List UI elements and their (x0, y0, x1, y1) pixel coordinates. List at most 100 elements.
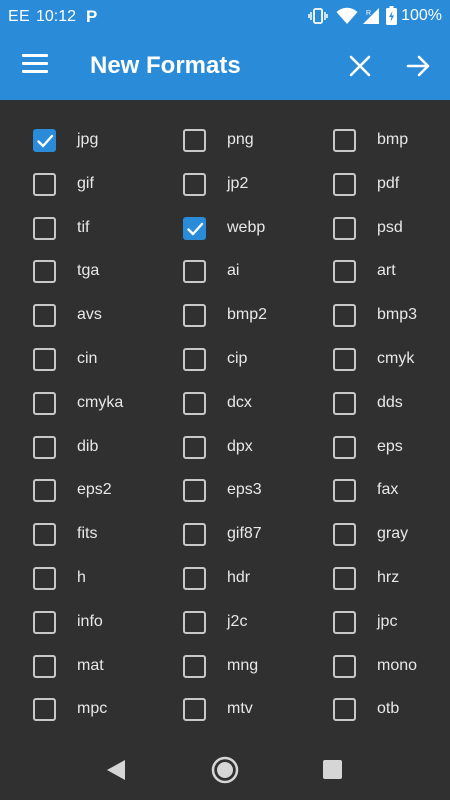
format-option-cin[interactable]: cin (0, 337, 150, 381)
checkbox[interactable] (333, 523, 356, 547)
format-label: gif (77, 174, 94, 192)
checkbox[interactable] (183, 129, 206, 152)
format-option-cmyk[interactable]: cmyk (300, 337, 450, 381)
checkbox[interactable] (183, 260, 206, 284)
format-option-tga[interactable]: tga (0, 249, 150, 293)
format-option-cip[interactable]: cip (150, 337, 300, 381)
checkbox[interactable] (183, 172, 206, 196)
format-option-mpc[interactable]: mpc (0, 687, 150, 731)
checkbox[interactable] (183, 435, 206, 459)
checkbox[interactable] (33, 566, 56, 590)
format-option-jpc[interactable]: jpc (300, 600, 450, 644)
format-label: bmp3 (377, 306, 418, 324)
checkbox[interactable] (33, 304, 56, 328)
format-option-hdr[interactable]: hdr (150, 556, 300, 600)
checkbox[interactable] (183, 347, 206, 371)
format-row: eps2 eps3 fax (0, 468, 450, 512)
format-option-webp[interactable]: webp (150, 206, 300, 250)
checkbox[interactable] (333, 391, 356, 415)
format-option-mng[interactable]: mng (150, 644, 300, 688)
format-option-mtv[interactable]: mtv (150, 687, 300, 731)
format-option-dpx[interactable]: dpx (150, 425, 300, 469)
format-option-eps2[interactable]: eps2 (0, 468, 150, 512)
checkbox[interactable] (333, 479, 356, 503)
format-option-ai[interactable]: ai (150, 249, 300, 293)
format-option-avs[interactable]: avs (0, 293, 150, 337)
format-option-gif87[interactable]: gif87 (150, 512, 300, 556)
toolbar: New Formats (0, 32, 450, 100)
checkbox[interactable] (333, 566, 356, 590)
checkbox[interactable] (33, 654, 56, 678)
format-label: cip (227, 349, 248, 367)
format-option-jp2[interactable]: jp2 (150, 162, 300, 206)
checkbox[interactable] (33, 260, 56, 284)
format-option-bmp2[interactable]: bmp2 (150, 293, 300, 337)
format-option-hrz[interactable]: hrz (300, 556, 450, 600)
checkbox[interactable] (183, 304, 206, 328)
checkbox[interactable] (183, 610, 206, 634)
checkbox[interactable] (33, 698, 56, 722)
checkbox[interactable] (33, 391, 56, 415)
checkbox[interactable] (333, 304, 356, 328)
format-option-otb[interactable]: otb (300, 687, 450, 731)
checkbox[interactable] (333, 610, 356, 634)
checkbox[interactable] (333, 654, 356, 678)
format-label: jpc (377, 612, 398, 630)
format-label: pdf (377, 174, 400, 192)
checkbox[interactable] (33, 347, 56, 371)
checkbox[interactable] (183, 523, 206, 547)
format-option-bmp3[interactable]: bmp3 (300, 293, 450, 337)
format-option-dib[interactable]: dib (0, 425, 150, 469)
checkbox[interactable] (183, 479, 206, 503)
format-option-png[interactable]: png (150, 118, 300, 162)
checkbox-checked[interactable] (33, 129, 56, 152)
format-option-cmyka[interactable]: cmyka (0, 381, 150, 425)
format-option-pdf[interactable]: pdf (300, 162, 450, 206)
format-option-h[interactable]: h (0, 556, 150, 600)
back-icon[interactable] (106, 759, 126, 786)
checkbox[interactable] (333, 347, 356, 371)
recents-icon[interactable] (323, 760, 342, 779)
checkbox[interactable] (333, 698, 356, 722)
format-label: fax (377, 481, 399, 499)
menu-icon[interactable] (22, 54, 48, 76)
format-option-eps3[interactable]: eps3 (150, 468, 300, 512)
checkbox[interactable] (33, 172, 56, 196)
format-option-psd[interactable]: psd (300, 206, 450, 250)
checkbox[interactable] (33, 523, 56, 547)
checkbox[interactable] (33, 479, 56, 503)
close-icon[interactable] (346, 52, 374, 80)
format-option-fits[interactable]: fits (0, 512, 150, 556)
checkbox[interactable] (333, 435, 356, 459)
format-option-j2c[interactable]: j2c (150, 600, 300, 644)
checkbox[interactable] (333, 216, 356, 240)
checkbox[interactable] (33, 435, 56, 459)
format-option-art[interactable]: art (300, 249, 450, 293)
format-option-dds[interactable]: dds (300, 381, 450, 425)
checkbox[interactable] (183, 698, 206, 722)
home-icon[interactable] (211, 756, 239, 789)
checkbox[interactable] (33, 216, 56, 240)
checkbox-checked[interactable] (183, 216, 206, 240)
checkbox[interactable] (333, 129, 356, 152)
checkbox[interactable] (183, 654, 206, 678)
format-option-dcx[interactable]: dcx (150, 381, 300, 425)
format-option-bmp[interactable]: bmp (300, 118, 450, 162)
arrow-right-icon[interactable] (404, 52, 432, 80)
parking-notification-icon: P (86, 7, 98, 26)
checkbox[interactable] (33, 610, 56, 634)
format-option-fax[interactable]: fax (300, 468, 450, 512)
format-option-jpg[interactable]: jpg (0, 118, 150, 162)
checkbox[interactable] (183, 391, 206, 415)
checkbox[interactable] (333, 260, 356, 284)
format-option-eps[interactable]: eps (300, 425, 450, 469)
format-option-gif[interactable]: gif (0, 162, 150, 206)
format-option-mono[interactable]: mono (300, 644, 450, 688)
format-option-gray[interactable]: gray (300, 512, 450, 556)
format-row: h hdr hrz (0, 556, 450, 600)
format-option-mat[interactable]: mat (0, 644, 150, 688)
format-option-info[interactable]: info (0, 600, 150, 644)
checkbox[interactable] (333, 172, 356, 196)
format-option-tif[interactable]: tif (0, 206, 150, 250)
checkbox[interactable] (183, 566, 206, 590)
